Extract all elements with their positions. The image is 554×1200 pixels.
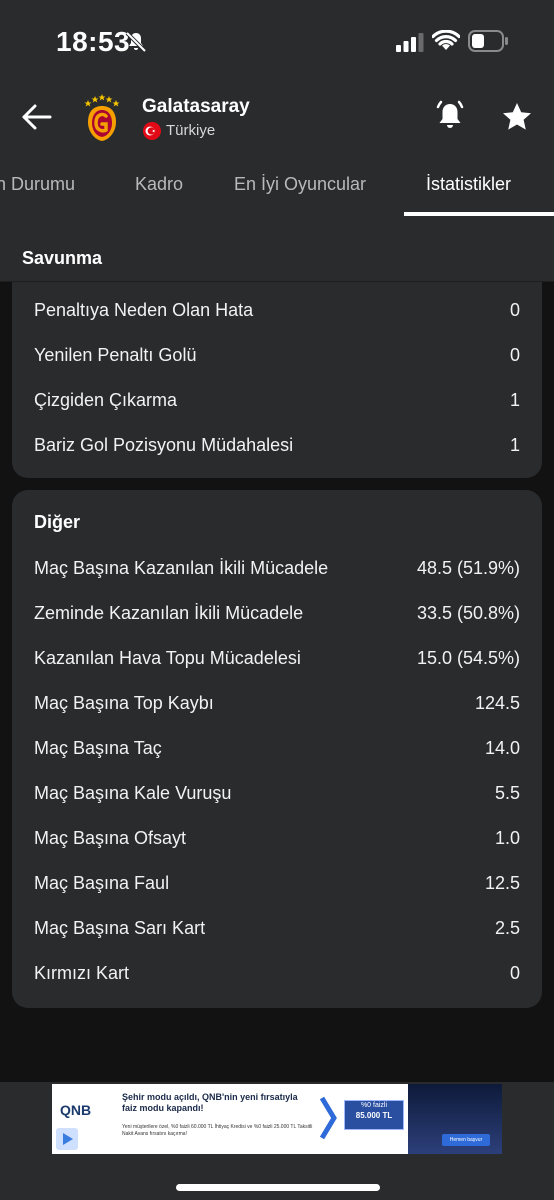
stat-value: 14.0 (484, 738, 520, 758)
country-name: Türkiye (166, 122, 216, 139)
tab-bar: n Durumu Kadro En İyi Oyuncular İstatist… (0, 154, 554, 218)
stat-row[interactable]: Maç Başına Faul 12.5 (34, 869, 520, 899)
chevron-right-icon (319, 1096, 337, 1140)
stat-label: Maç Başına Kazanılan İkili Mücadele (34, 558, 329, 578)
active-tab-indicator (404, 212, 554, 216)
stat-row[interactable]: Maç Başına Kale Vuruşu 5.5 (34, 779, 520, 809)
ad-banner[interactable]: QNB Şehir modu açıldı, QNB'nin yeni fırs… (52, 1084, 502, 1154)
team-header: Galatasaray Türkiye (0, 84, 554, 154)
ad-rate-box: %0 faizli 85.000 TL (344, 1100, 404, 1130)
stat-label: Penaltıya Neden Olan Hata (34, 300, 254, 320)
ad-cta-button[interactable]: Hemen başvur (442, 1134, 490, 1146)
tab-top-players[interactable]: En İyi Oyuncular (234, 174, 366, 195)
other-card: Diğer Maç Başına Kazanılan İkili Mücadel… (12, 490, 542, 1008)
stat-row[interactable]: Maç Başına Kazanılan İkili Mücadele 48.5… (34, 554, 520, 584)
stat-row[interactable]: Yenilen Penaltı Golü 0 (34, 341, 520, 371)
ad-headline: Şehir modu açıldı, QNB'nin yeni fırsatıy… (122, 1092, 298, 1113)
status-time: 18:53 (56, 26, 131, 57)
stat-label: Yenilen Penaltı Golü (34, 345, 197, 365)
ad-fine-print: Yeni müşterilere özel, %0 faizli 60.000 … (122, 1124, 313, 1137)
bell-off-icon (125, 31, 147, 53)
home-indicator[interactable] (176, 1184, 380, 1191)
stat-value: 5.5 (494, 783, 520, 803)
stat-row[interactable]: Maç Başına Taç 14.0 (34, 734, 520, 764)
signal-icon (396, 33, 424, 52)
stat-label: Maç Başına Kale Vuruşu (34, 783, 232, 803)
stat-label: Maç Başına Ofsayt (34, 828, 187, 848)
ad-area: QNB Şehir modu açıldı, QNB'nin yeni fırs… (0, 1082, 554, 1200)
stat-value: 0 (509, 300, 520, 320)
stat-label: Maç Başına Sarı Kart (34, 918, 206, 938)
stat-row[interactable]: Maç Başına Top Kaybı 124.5 (34, 689, 520, 719)
stat-value: 48.5 (51.9%) (416, 558, 520, 578)
ad-rate-amount: 85.000 TL (355, 1111, 393, 1120)
section-title: Savunma (22, 248, 103, 268)
stat-label: Maç Başına Top Kaybı (34, 693, 214, 713)
bell-ring-icon[interactable] (432, 98, 468, 134)
status-bar: 18:53 (0, 0, 554, 84)
stat-value: 0 (509, 345, 520, 365)
defense-section-header: Savunma (0, 218, 554, 282)
stat-value: 33.5 (50.8%) (416, 603, 520, 623)
wifi-icon (432, 30, 460, 50)
stat-label: Maç Başına Taç (34, 738, 162, 758)
stat-value: 2.5 (494, 918, 520, 938)
stat-row[interactable]: Bariz Gol Pozisyonu Müdahalesi 1 (34, 431, 520, 461)
stat-row[interactable]: Maç Başına Sarı Kart 2.5 (34, 914, 520, 944)
stat-value: 1 (509, 390, 520, 410)
team-logo-icon (84, 94, 120, 141)
tab-standings[interactable]: n Durumu (0, 174, 75, 195)
ad-play-icon[interactable] (56, 1128, 78, 1150)
stat-value: 0 (509, 963, 520, 983)
stat-row[interactable]: Penaltıya Neden Olan Hata 0 (34, 296, 520, 326)
turkey-flag-icon (143, 122, 161, 140)
battery-icon (468, 30, 508, 52)
stat-row[interactable]: Çizgiden Çıkarma 1 (34, 386, 520, 416)
stat-value: 15.0 (54.5%) (416, 648, 520, 668)
tab-squad[interactable]: Kadro (135, 174, 183, 195)
stat-row[interactable]: Zeminde Kazanılan İkili Mücadele 33.5 (5… (34, 599, 520, 629)
stat-row[interactable]: Maç Başına Ofsayt 1.0 (34, 824, 520, 854)
stat-label: Zeminde Kazanılan İkili Mücadele (34, 603, 304, 623)
stat-value: 1.0 (494, 828, 520, 848)
stat-label: Çizgiden Çıkarma (34, 390, 178, 410)
stat-row[interactable]: Kazanılan Hava Topu Mücadelesi 15.0 (54.… (34, 644, 520, 674)
stat-label: Maç Başına Faul (34, 873, 170, 893)
tab-statistics[interactable]: İstatistikler (426, 174, 511, 195)
stat-row[interactable]: Kırmızı Kart 0 (34, 959, 520, 989)
stats-content[interactable]: Penaltıya Neden Olan Hata 0 Yenilen Pena… (0, 218, 554, 1082)
team-name: Galatasaray (142, 96, 250, 117)
ad-rate-line: %0 faizli (360, 1102, 388, 1109)
stat-label: Bariz Gol Pozisyonu Müdahalesi (34, 435, 294, 455)
stat-value: 1 (509, 435, 520, 455)
section-title: Diğer (34, 512, 81, 532)
stat-value: 124.5 (474, 693, 520, 713)
star-icon[interactable] (500, 100, 534, 134)
stat-label: Kazanılan Hava Topu Mücadelesi (34, 648, 301, 668)
back-arrow-icon[interactable] (20, 100, 54, 134)
stat-label: Kırmızı Kart (34, 963, 130, 983)
ad-logo: QNB (60, 1102, 92, 1118)
stat-value: 12.5 (484, 873, 520, 893)
